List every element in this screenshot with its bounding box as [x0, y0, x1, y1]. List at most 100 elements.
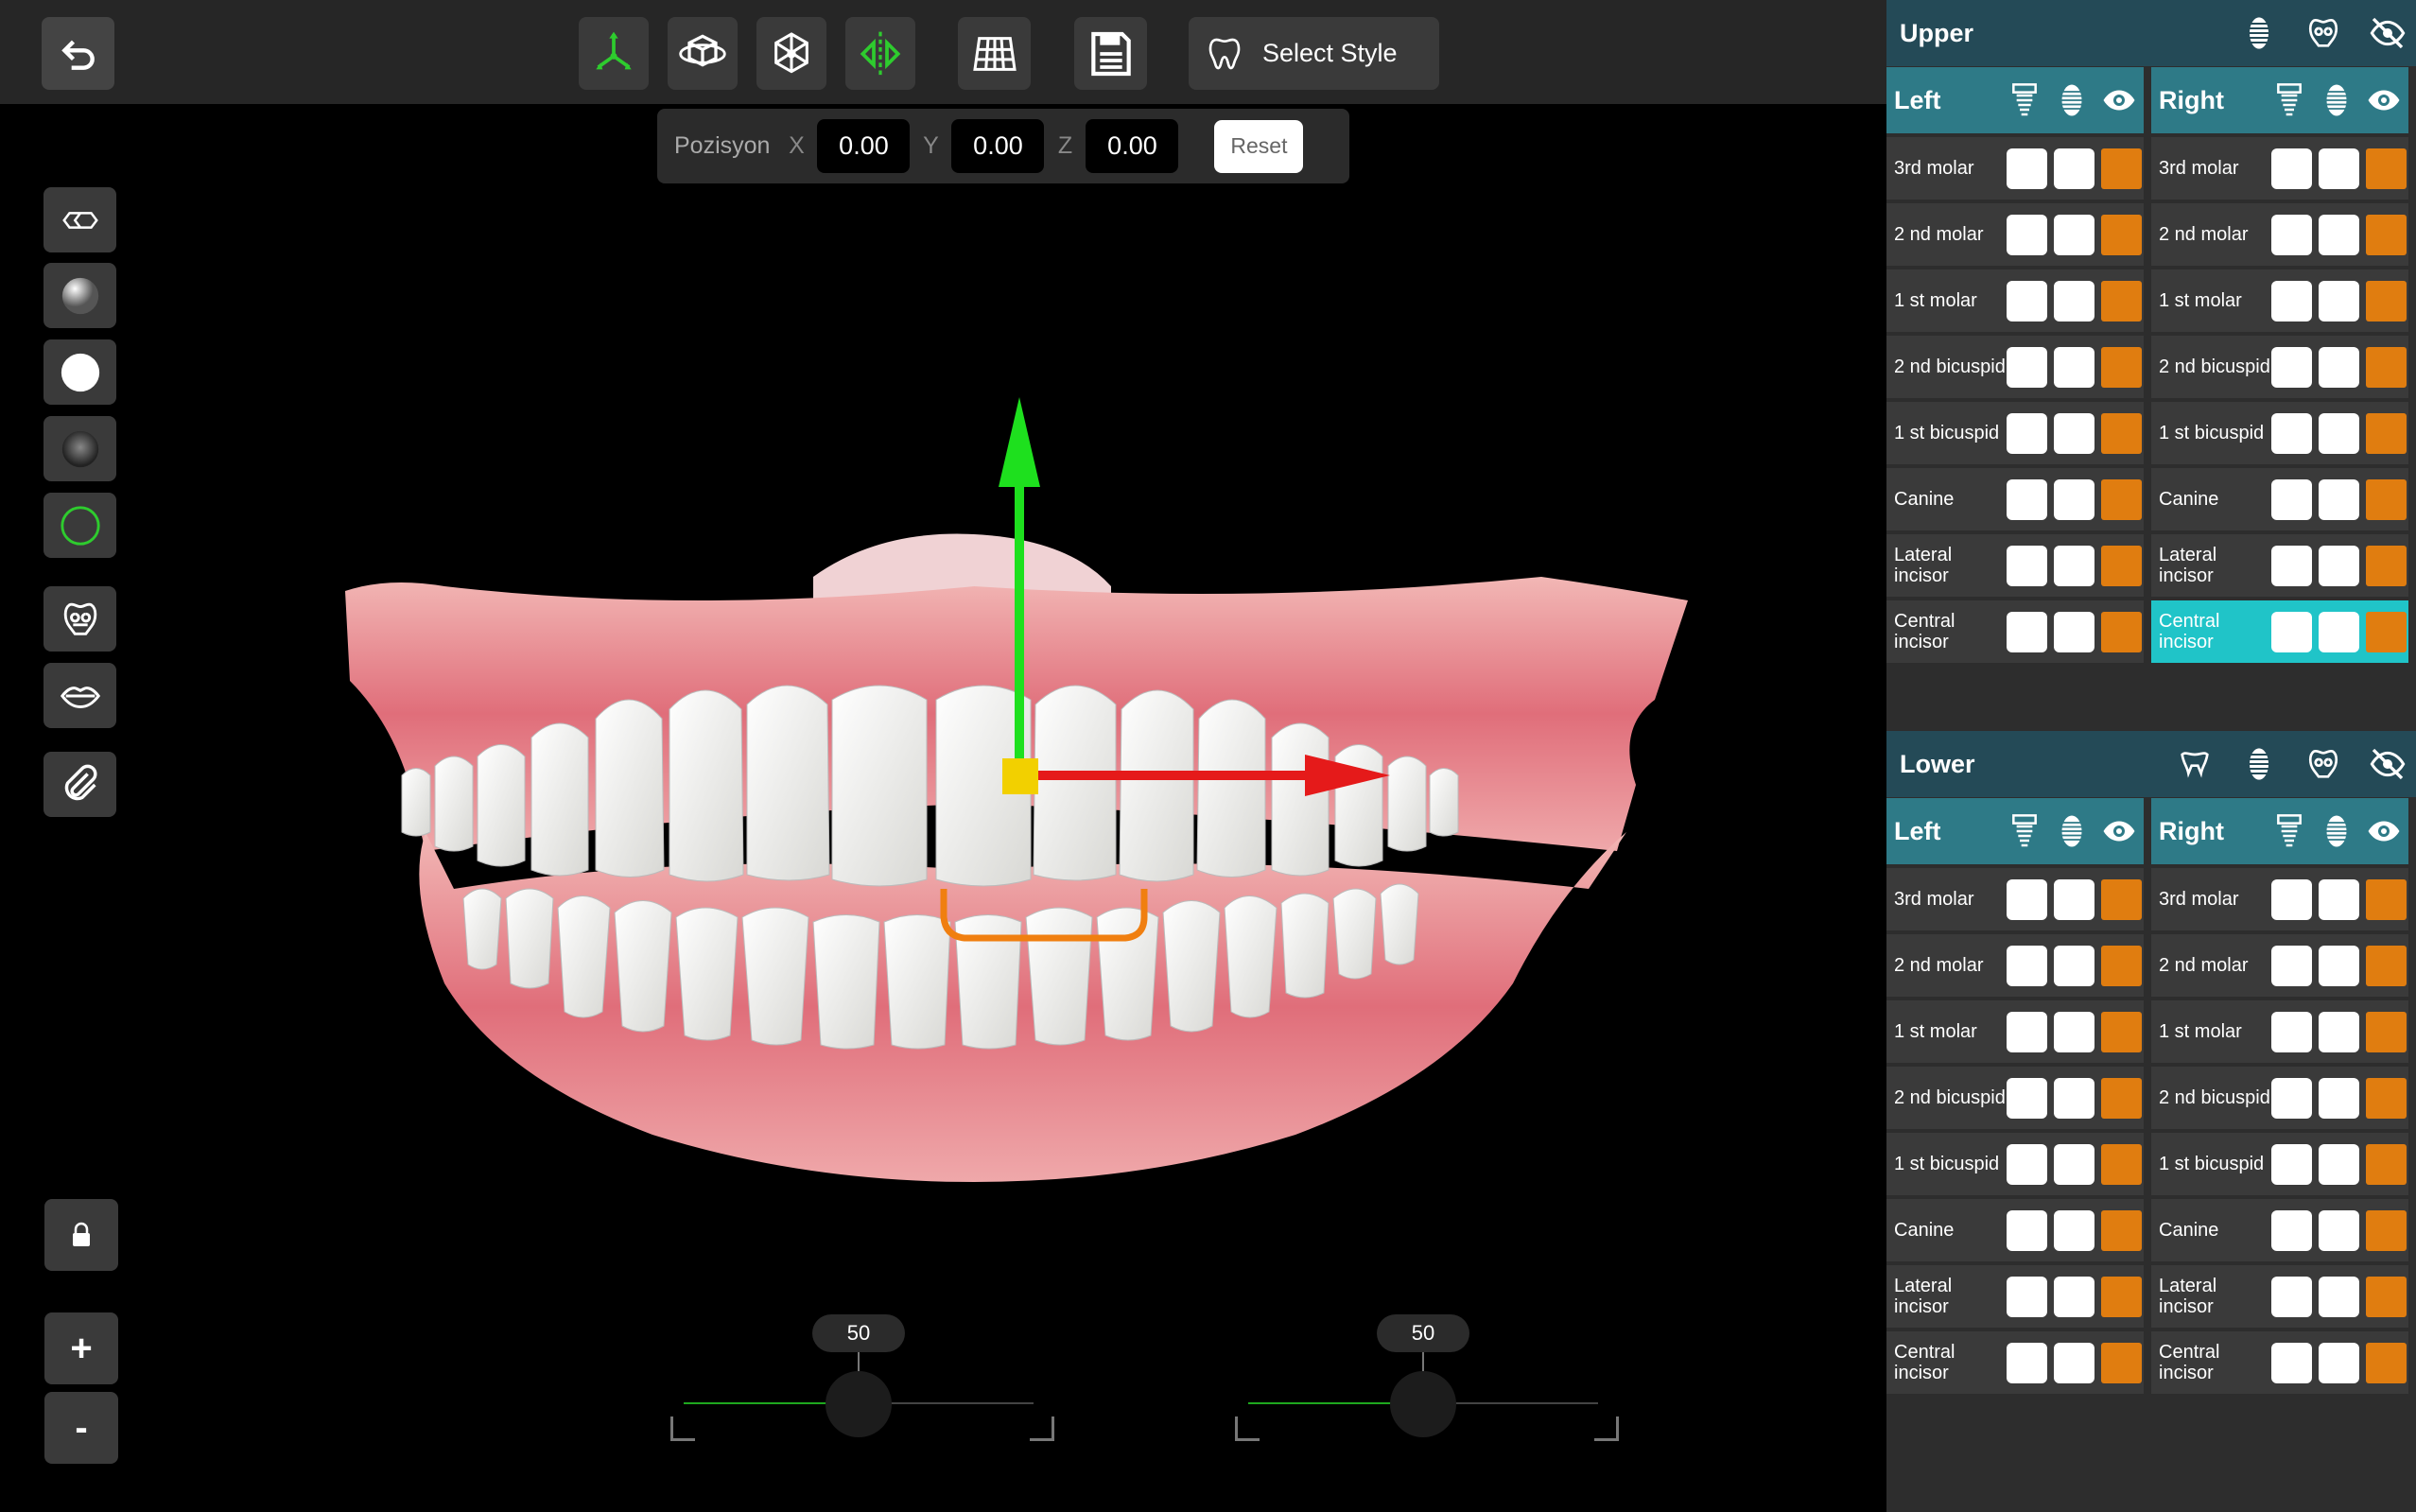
crown-toggle[interactable] [2319, 945, 2359, 986]
color-swatch[interactable] [2366, 214, 2407, 255]
scale-tool-button[interactable] [756, 17, 826, 90]
tooth-root-icon[interactable] [2176, 745, 2214, 783]
crown-toggle[interactable] [2054, 478, 2094, 520]
implant-toggle[interactable] [2271, 1143, 2312, 1185]
select-style-button[interactable]: Select Style [1189, 17, 1439, 90]
implant-toggle[interactable] [2271, 412, 2312, 454]
upper-right-tooth-row[interactable]: Central incisor [2151, 600, 2408, 663]
upper-left-tooth-row[interactable]: Lateral incisor [1886, 534, 2144, 597]
position-x-input[interactable]: 0.00 [817, 119, 911, 173]
implant-toggle[interactable] [2007, 412, 2047, 454]
implant-toggle[interactable] [2007, 148, 2047, 189]
upper-right-tooth-row[interactable]: 2 nd molar [2151, 203, 2408, 266]
lower-left-tooth-row[interactable]: 2 nd bicuspid [1886, 1067, 2144, 1129]
implant-icon[interactable] [2008, 81, 2042, 119]
eye-icon[interactable] [2367, 812, 2401, 850]
color-swatch[interactable] [2101, 346, 2142, 388]
crown-toggle[interactable] [2054, 545, 2094, 586]
material-dark-button[interactable] [43, 416, 116, 481]
lock-button[interactable] [44, 1199, 118, 1271]
lips-view-button[interactable] [43, 663, 116, 728]
implant-toggle[interactable] [2271, 545, 2312, 586]
slider-left-knob[interactable] [826, 1371, 892, 1437]
color-swatch[interactable] [2101, 1276, 2142, 1317]
implant-toggle[interactable] [2007, 878, 2047, 920]
upper-left-tooth-row[interactable]: 2 nd molar [1886, 203, 2144, 266]
color-swatch[interactable] [2101, 1143, 2142, 1185]
color-swatch[interactable] [2366, 1011, 2407, 1052]
crown-toggle[interactable] [2319, 280, 2359, 322]
implant-toggle[interactable] [2271, 214, 2312, 255]
lower-left-tooth-row[interactable]: 2 nd molar [1886, 934, 2144, 997]
lower-left-tooth-row[interactable]: Lateral incisor [1886, 1265, 2144, 1328]
crown-toggle[interactable] [2319, 346, 2359, 388]
color-swatch[interactable] [2101, 148, 2142, 189]
crown-toggle[interactable] [2319, 412, 2359, 454]
jaw-view-button[interactable] [43, 586, 116, 652]
zoom-out-button[interactable]: - [44, 1392, 118, 1464]
wireframe-view-button[interactable] [43, 187, 116, 252]
upper-left-tooth-row[interactable]: Central incisor [1886, 600, 2144, 663]
implant-icon[interactable] [2272, 81, 2306, 119]
crown-toggle[interactable] [2319, 148, 2359, 189]
implant-toggle[interactable] [2007, 545, 2047, 586]
zoom-in-button[interactable]: + [44, 1312, 118, 1384]
implant-toggle[interactable] [2007, 1276, 2047, 1317]
crown-toggle[interactable] [2319, 1342, 2359, 1383]
lower-right-tooth-row[interactable]: 2 nd bicuspid [2151, 1067, 2408, 1129]
lower-left-tooth-row[interactable]: 1 st molar [1886, 1000, 2144, 1063]
implant-toggle[interactable] [2007, 280, 2047, 322]
lower-left-tooth-row[interactable]: Canine [1886, 1199, 2144, 1261]
crown-toggle[interactable] [2319, 214, 2359, 255]
stack-icon[interactable] [2055, 81, 2089, 119]
implant-toggle[interactable] [2271, 478, 2312, 520]
color-swatch[interactable] [2101, 611, 2142, 652]
crown-toggle[interactable] [2054, 346, 2094, 388]
lower-right-tooth-row[interactable]: Canine [2151, 1199, 2408, 1261]
crown-toggle[interactable] [2054, 611, 2094, 652]
rotate-tool-button[interactable] [668, 17, 738, 90]
position-z-input[interactable]: 0.00 [1086, 119, 1179, 173]
crown-toggle[interactable] [2319, 1011, 2359, 1052]
lower-right-tooth-row[interactable]: 3rd molar [2151, 868, 2408, 930]
color-swatch[interactable] [2366, 1209, 2407, 1251]
crown-toggle[interactable] [2054, 1276, 2094, 1317]
crown-toggle[interactable] [2054, 945, 2094, 986]
upper-left-tooth-row[interactable]: 1 st bicuspid [1886, 402, 2144, 464]
upper-left-tooth-row[interactable]: Canine [1886, 468, 2144, 530]
eye-icon[interactable] [2102, 812, 2136, 850]
material-white-button[interactable] [43, 339, 116, 405]
attachment-button[interactable] [43, 752, 116, 817]
crown-toggle[interactable] [2054, 148, 2094, 189]
color-swatch[interactable] [2366, 478, 2407, 520]
grid-button[interactable] [958, 17, 1031, 90]
upper-left-tooth-row[interactable]: 1 st molar [1886, 269, 2144, 332]
crown-toggle[interactable] [2319, 611, 2359, 652]
3d-viewport[interactable] [312, 322, 1712, 1267]
stack-icon[interactable] [2240, 745, 2278, 783]
crown-toggle[interactable] [2054, 214, 2094, 255]
slider-right[interactable]: 50 [1220, 1314, 1619, 1456]
color-swatch[interactable] [2101, 1011, 2142, 1052]
jaw-icon[interactable] [2304, 14, 2342, 52]
color-swatch[interactable] [2366, 878, 2407, 920]
implant-toggle[interactable] [2271, 1276, 2312, 1317]
color-swatch[interactable] [2366, 545, 2407, 586]
crown-toggle[interactable] [2054, 1342, 2094, 1383]
implant-toggle[interactable] [2271, 611, 2312, 652]
implant-toggle[interactable] [2007, 346, 2047, 388]
implant-toggle[interactable] [2271, 1011, 2312, 1052]
implant-toggle[interactable] [2007, 214, 2047, 255]
color-swatch[interactable] [2366, 1276, 2407, 1317]
implant-toggle[interactable] [2271, 945, 2312, 986]
implant-toggle[interactable] [2271, 1209, 2312, 1251]
crown-toggle[interactable] [2319, 545, 2359, 586]
implant-toggle[interactable] [2007, 611, 2047, 652]
implant-icon[interactable] [2008, 812, 2042, 850]
crown-toggle[interactable] [2319, 1077, 2359, 1119]
eye-off-icon[interactable] [2369, 14, 2407, 52]
slider-right-knob[interactable] [1390, 1371, 1456, 1437]
crown-toggle[interactable] [2054, 1011, 2094, 1052]
crown-toggle[interactable] [2054, 1077, 2094, 1119]
crown-toggle[interactable] [2319, 1209, 2359, 1251]
